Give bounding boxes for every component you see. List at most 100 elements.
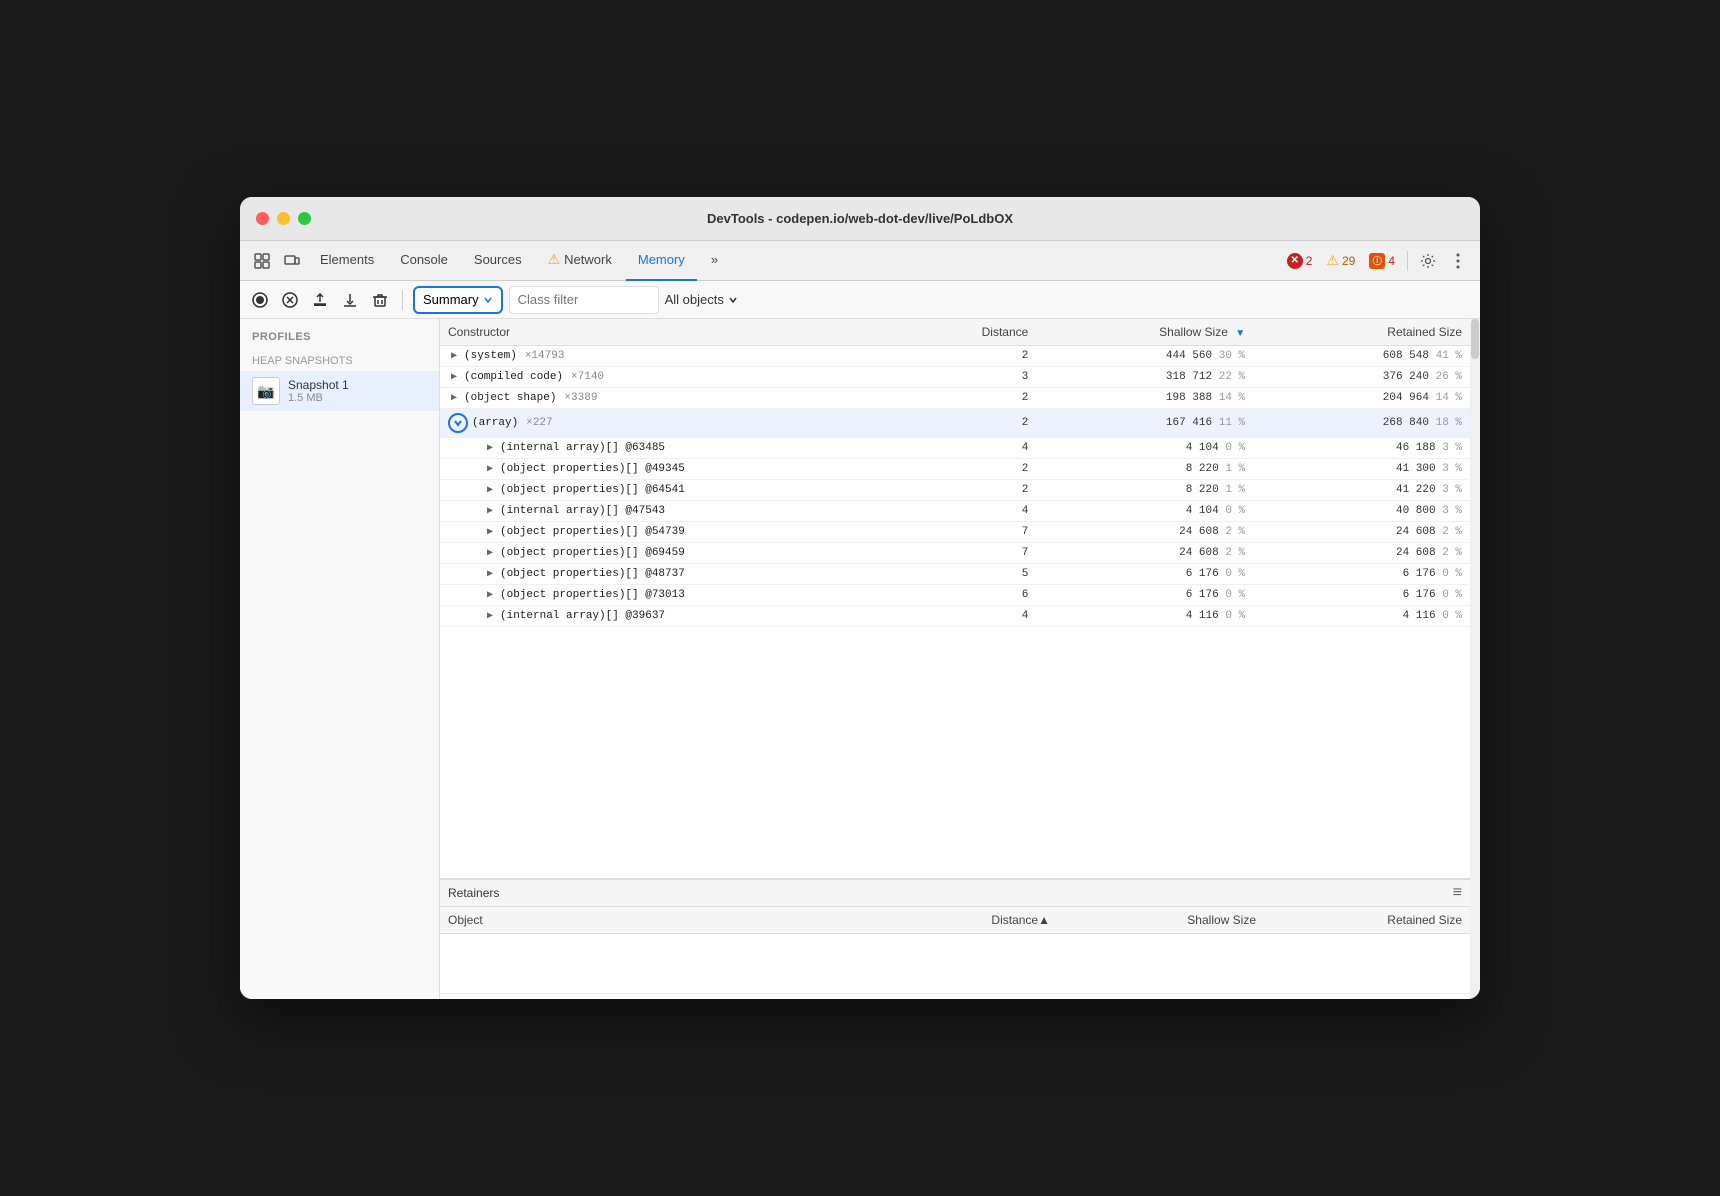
summary-dropdown[interactable]: Summary <box>413 286 503 314</box>
constructor-cell[interactable]: ▶(object properties)[] @64541 <box>440 480 928 501</box>
distance-cell: 4 <box>928 606 1036 627</box>
tab-memory[interactable]: Memory <box>626 241 697 281</box>
table-row[interactable]: ▶(object shape) ×33892198 388 14 %204 96… <box>440 388 1470 409</box>
summary-label: Summary <box>423 292 479 307</box>
expand-arrow-icon[interactable]: ▶ <box>484 589 496 601</box>
expand-arrow-icon[interactable]: ▶ <box>484 442 496 454</box>
expand-arrow-icon[interactable]: ▶ <box>484 526 496 538</box>
secondary-toolbar: Summary All objects <box>240 281 1480 319</box>
expand-arrow-icon[interactable]: ▶ <box>484 547 496 559</box>
retainers-retained-header[interactable]: Retained Size <box>1264 907 1470 934</box>
distance-cell: 2 <box>928 346 1036 367</box>
constructor-cell[interactable]: ▶ (object properties)[] @48737 <box>440 564 928 585</box>
constructor-cell[interactable]: ▶(internal array)[] @47543 <box>440 501 928 522</box>
shallow-size-header[interactable]: Shallow Size ▼ <box>1036 319 1253 346</box>
tab-more[interactable]: » <box>699 241 730 281</box>
table-row[interactable]: ▶(system) ×147932444 560 30 %608 548 41 … <box>440 346 1470 367</box>
profiles-label: Profiles <box>240 319 439 347</box>
expand-arrow-icon[interactable]: ▶ <box>484 484 496 496</box>
all-objects-dropdown[interactable]: All objects <box>665 292 1472 307</box>
constructor-cell[interactable]: ▶ (object properties)[] @73013 <box>440 585 928 606</box>
constructor-cell[interactable]: ▶(internal array)[] @63485 <box>440 438 928 459</box>
snapshot-item-1[interactable]: 📷 Snapshot 1 1.5 MB <box>240 371 439 411</box>
constructor-cell[interactable]: ▶(object properties)[] @54739 <box>440 522 928 543</box>
traffic-lights <box>256 212 311 225</box>
retainers-object-header[interactable]: Object <box>440 907 904 934</box>
table-row[interactable]: ▶(internal array)[] @3963744 116 0 %4 11… <box>440 606 1470 627</box>
download-icon[interactable] <box>338 288 362 312</box>
sort-indicator: ▼ <box>1235 328 1245 339</box>
distance-header[interactable]: Distance <box>928 319 1036 346</box>
heap-table[interactable]: Constructor Distance Shallow Size ▼ Reta… <box>440 319 1470 879</box>
table-row[interactable]: (array) ×2272167 416 11 %268 840 18 % <box>440 409 1470 438</box>
retained-size-cell: 40 800 3 % <box>1253 501 1470 522</box>
expand-arrow-icon[interactable]: ▶ <box>484 463 496 475</box>
settings-icon[interactable] <box>1414 247 1442 275</box>
tab-network[interactable]: ⚠ Network <box>536 241 624 281</box>
upload-icon[interactable] <box>308 288 332 312</box>
retainers-empty-row <box>440 934 1470 994</box>
table-body: ▶(system) ×147932444 560 30 %608 548 41 … <box>440 346 1470 627</box>
table-row[interactable]: ▶(internal array)[] @6348544 104 0 %46 1… <box>440 438 1470 459</box>
table-row[interactable]: ▶(object properties)[] @4934528 220 1 %4… <box>440 459 1470 480</box>
table-row[interactable]: ▶(object properties)[] @54739724 608 2 %… <box>440 522 1470 543</box>
expand-arrow-icon[interactable]: ▶ <box>448 392 460 404</box>
scrollbar[interactable] <box>1470 319 1480 999</box>
retainers-body <box>440 934 1470 994</box>
scrollbar-thumb[interactable] <box>1471 319 1479 359</box>
constructor-header[interactable]: Constructor <box>440 319 928 346</box>
retained-size-cell: 376 240 26 % <box>1253 367 1470 388</box>
constructor-cell[interactable]: ▶(internal array)[] @39637 <box>440 606 928 627</box>
orange-badge[interactable]: ⓘ 4 <box>1363 251 1401 271</box>
collect-garbage-icon[interactable] <box>368 288 392 312</box>
constructor-name: (object properties)[] @48737 <box>500 568 685 580</box>
shallow-size-cell: 4 104 0 % <box>1036 438 1253 459</box>
retainers-shallow-header[interactable]: Shallow Size <box>1058 907 1264 934</box>
retainers-header-row: Object Distance▲ Shallow Size Retained S… <box>440 907 1470 934</box>
constructor-count: ×14793 <box>525 350 565 362</box>
table-row[interactable]: ▶(compiled code) ×71403318 712 22 %376 2… <box>440 367 1470 388</box>
inspector-icon[interactable] <box>248 247 276 275</box>
constructor-cell[interactable]: ▶(compiled code) ×7140 <box>440 367 928 388</box>
constructor-cell[interactable]: ▶(object properties)[] @49345 <box>440 459 928 480</box>
tab-sources[interactable]: Sources <box>462 241 534 281</box>
all-objects-label: All objects <box>665 292 724 307</box>
expand-arrow-icon[interactable]: ▶ <box>448 371 460 383</box>
constructor-name: (object properties)[] @73013 <box>500 589 685 601</box>
warning-badge[interactable]: ⚠ 29 <box>1320 250 1361 271</box>
table-row[interactable]: ▶(object properties)[] @7301366 176 0 %6… <box>440 585 1470 606</box>
retained-size-cell: 204 964 14 % <box>1253 388 1470 409</box>
tab-console[interactable]: Console <box>388 241 460 281</box>
expand-arrow-icon[interactable]: ▶ <box>448 350 460 362</box>
table-row[interactable]: ▶(object properties)[] @6454128 220 1 %4… <box>440 480 1470 501</box>
device-toggle-icon[interactable] <box>278 247 306 275</box>
error-badge[interactable]: ✕ 2 <box>1281 251 1319 271</box>
close-button[interactable] <box>256 212 269 225</box>
maximize-button[interactable] <box>298 212 311 225</box>
constructor-cell[interactable]: (array) ×227 <box>440 409 928 438</box>
table-row[interactable]: ▶(object properties)[] @4873756 176 0 %6… <box>440 564 1470 585</box>
constructor-name: (system) <box>464 350 517 362</box>
expand-circle-button[interactable] <box>448 413 468 433</box>
expand-arrow-icon[interactable]: ▶ <box>484 505 496 517</box>
record-button[interactable] <box>248 288 272 312</box>
table-row[interactable]: ▶(object properties)[] @69459724 608 2 %… <box>440 543 1470 564</box>
table-row[interactable]: ▶(internal array)[] @4754344 104 0 %40 8… <box>440 501 1470 522</box>
retained-size-cell: 24 608 2 % <box>1253 543 1470 564</box>
retainers-distance-header[interactable]: Distance▲ <box>904 907 1059 934</box>
expand-arrow-icon[interactable]: ▶ <box>484 568 496 580</box>
constructor-cell[interactable]: ▶(object shape) ×3389 <box>440 388 928 409</box>
minimize-button[interactable] <box>277 212 290 225</box>
retainers-menu-icon[interactable]: ≡ <box>1453 884 1462 902</box>
retained-size-header[interactable]: Retained Size <box>1253 319 1470 346</box>
retained-size-cell: 41 300 3 % <box>1253 459 1470 480</box>
tab-elements[interactable]: Elements <box>308 241 386 281</box>
devtools-window: DevTools - codepen.io/web-dot-dev/live/P… <box>240 197 1480 999</box>
window-title: DevTools - codepen.io/web-dot-dev/live/P… <box>707 211 1013 226</box>
expand-arrow-icon[interactable]: ▶ <box>484 610 496 622</box>
clear-button[interactable] <box>278 288 302 312</box>
constructor-cell[interactable]: ▶(object properties)[] @69459 <box>440 543 928 564</box>
class-filter-input[interactable] <box>509 286 659 314</box>
constructor-cell[interactable]: ▶ (system) ×14793 <box>440 346 928 367</box>
more-icon[interactable] <box>1444 247 1472 275</box>
